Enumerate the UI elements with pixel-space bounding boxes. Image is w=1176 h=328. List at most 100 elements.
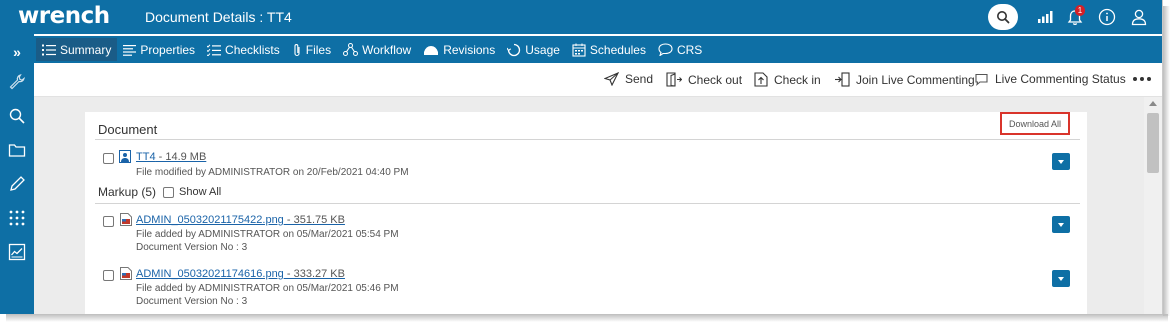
check-out-icon xyxy=(666,72,682,87)
image-file-icon xyxy=(120,213,132,226)
send-button[interactable]: Send xyxy=(604,72,653,86)
tab-label: Workflow xyxy=(362,42,412,57)
check-in-label: Check in xyxy=(774,72,821,87)
list-icon xyxy=(42,44,56,55)
markup-header: Markup (5) Show All xyxy=(98,185,221,199)
check-in-button[interactable]: Check in xyxy=(754,72,821,87)
sidebar-item-folders[interactable] xyxy=(5,138,29,162)
sidebar-item-search[interactable] xyxy=(5,104,29,128)
download-all-button[interactable]: Download All xyxy=(1000,112,1070,135)
tab-crs[interactable]: CRS xyxy=(652,38,708,61)
document-file-link[interactable]: TT4 - 14.9 MB xyxy=(136,151,206,163)
action-bar: Send Check out Check in Join Live Commen… xyxy=(34,63,1162,97)
file-name: TT4 xyxy=(136,151,156,163)
scroll-thumb[interactable] xyxy=(1147,113,1159,173)
join-live-commenting-label: Join Live Commenting xyxy=(856,72,975,87)
user-button[interactable] xyxy=(1128,6,1150,28)
join-live-commenting-button[interactable]: Join Live Commenting xyxy=(834,72,975,87)
markup-file-checkbox[interactable] xyxy=(103,216,114,227)
markup-file-meta: File added by ADMINISTRATOR on 05/Mar/20… xyxy=(136,283,399,294)
markup-file-version: Document Version No : 3 xyxy=(136,242,248,253)
tab-schedules[interactable]: Schedules xyxy=(566,38,652,61)
search-icon xyxy=(9,108,25,124)
check-out-button[interactable]: Check out xyxy=(666,72,742,87)
tab-label: CRS xyxy=(676,42,703,57)
tab-workflow[interactable]: Workflow xyxy=(337,38,417,61)
tab-label: Properties xyxy=(140,42,196,57)
wrench-icon xyxy=(9,74,25,90)
file-size: - 333.27 KB xyxy=(283,268,345,280)
tab-label: Usage xyxy=(525,42,560,57)
signal-button[interactable] xyxy=(1034,6,1056,28)
markup-file-link[interactable]: ADMIN_05032021175422.png - 351.75 KB xyxy=(136,214,345,226)
file-size: - 351.75 KB xyxy=(283,214,345,226)
join-commenting-icon xyxy=(835,72,850,87)
lines-icon xyxy=(123,44,137,56)
divider xyxy=(95,203,1080,204)
live-commenting-status-button[interactable]: Live Commenting Status xyxy=(974,72,1126,86)
check-in-icon xyxy=(754,72,768,87)
tab-usage[interactable]: Usage xyxy=(501,38,566,61)
send-icon xyxy=(604,72,619,86)
sidebar-item-dashboard[interactable] xyxy=(5,240,29,264)
show-all-checkbox[interactable] xyxy=(163,186,175,198)
file-size: - 14.9 MB xyxy=(155,151,207,163)
window-shadow xyxy=(6,314,1168,322)
notification-badge: 1 xyxy=(1075,5,1085,16)
more-dot xyxy=(1140,77,1144,81)
sidebar-item-apps[interactable] xyxy=(5,206,29,230)
tab-label: Files xyxy=(305,42,332,57)
divider xyxy=(95,139,1080,140)
page-title: Document Details : TT4 xyxy=(145,9,292,25)
window-shadow xyxy=(1163,6,1170,316)
live-commenting-status-label: Live Commenting Status xyxy=(995,72,1126,86)
sidebar-expand-button[interactable]: » xyxy=(5,40,29,64)
tab-revisions[interactable]: Revisions xyxy=(417,38,501,61)
chevron-down-icon xyxy=(1058,222,1064,227)
pencil-icon xyxy=(10,176,25,191)
user-icon xyxy=(1131,9,1147,26)
vertical-scrollbar[interactable] xyxy=(1144,97,1162,314)
dashboard-icon xyxy=(8,243,26,261)
signal-icon xyxy=(1038,11,1053,23)
notifications-button[interactable]: 1 xyxy=(1064,5,1086,28)
tab-checklists[interactable]: Checklists xyxy=(201,38,286,61)
tab-summary[interactable]: Summary xyxy=(36,38,118,61)
document-panel: Document Download All TT4 - 14.9 MB File… xyxy=(85,112,1087,314)
checklist-icon xyxy=(207,43,222,56)
tab-label: Schedules xyxy=(589,42,646,57)
info-button[interactable] xyxy=(1096,6,1118,28)
more-options-button[interactable] xyxy=(1133,77,1151,81)
show-all-label[interactable]: Show All xyxy=(179,186,221,198)
markup-file-menu-button[interactable] xyxy=(1052,270,1070,287)
check-out-label: Check out xyxy=(688,72,743,87)
folder-icon xyxy=(8,144,26,157)
sidebar-item-edit[interactable] xyxy=(5,172,29,196)
app-header: wrench Document Details : TT4 1 xyxy=(0,0,1162,34)
workflow-icon xyxy=(343,43,359,56)
tab-files[interactable]: Files xyxy=(286,38,337,61)
app-window: wrench Document Details : TT4 1 » Summar… xyxy=(0,0,1163,314)
file-name: ADMIN_05032021174616.png xyxy=(136,268,284,280)
tab-bar: Summary Properties Checklists Files Work… xyxy=(34,36,1162,63)
header-search-button[interactable] xyxy=(988,4,1018,30)
document-file-checkbox[interactable] xyxy=(103,153,114,164)
comment-status-icon xyxy=(975,73,988,86)
scroll-up-arrow[interactable] xyxy=(1149,101,1157,106)
document-file-meta: File modified by ADMINISTRATOR on 20/Feb… xyxy=(136,167,409,178)
app-logo: wrench xyxy=(18,3,110,29)
tab-properties[interactable]: Properties xyxy=(117,38,201,61)
markup-file-link[interactable]: ADMIN_05032021174616.png - 333.27 KB xyxy=(136,268,345,280)
apps-grid-icon xyxy=(9,210,25,226)
more-dot xyxy=(1147,77,1151,81)
markup-file-checkbox[interactable] xyxy=(103,270,114,281)
calendar-icon xyxy=(572,43,586,57)
markup-file-menu-button[interactable] xyxy=(1052,216,1070,233)
document-file-menu-button[interactable] xyxy=(1052,153,1070,170)
chevron-down-icon xyxy=(1058,159,1064,164)
search-icon xyxy=(997,11,1010,24)
info-icon xyxy=(1098,8,1116,26)
revisions-icon xyxy=(424,45,439,55)
sidebar-item-tools[interactable] xyxy=(5,70,29,94)
markup-file-meta: File added by ADMINISTRATOR on 05/Mar/20… xyxy=(136,229,399,240)
